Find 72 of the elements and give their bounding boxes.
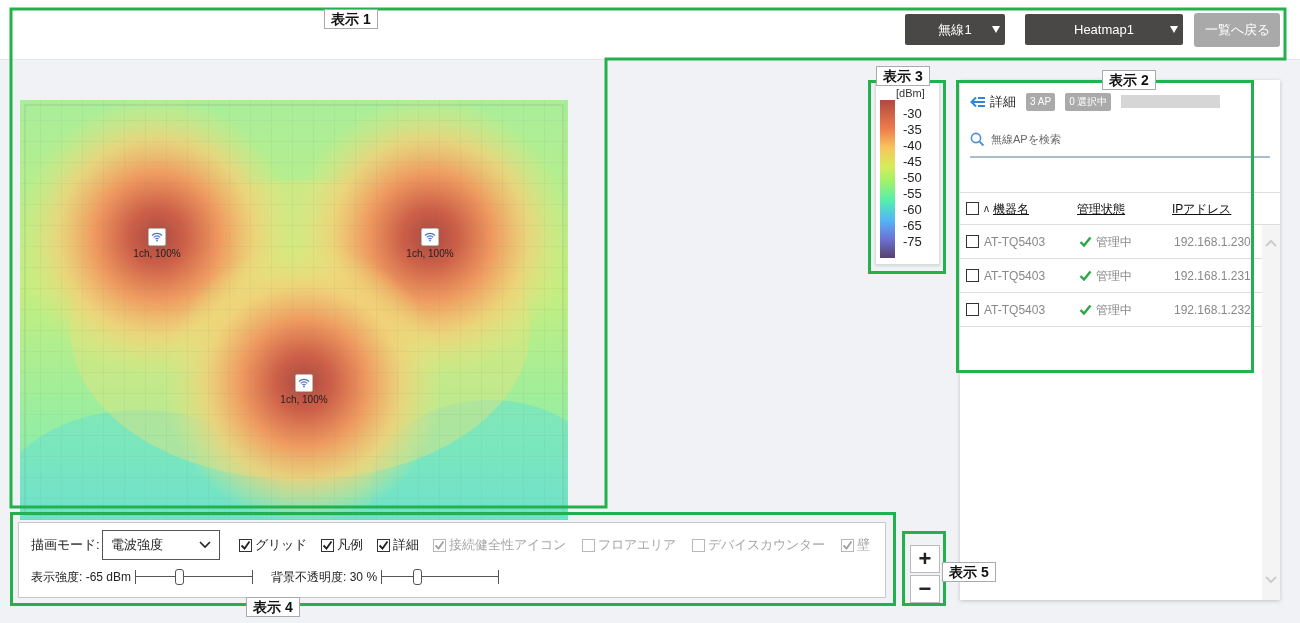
access-point-icon[interactable]: [295, 374, 313, 392]
table-cell-text: 管理中: [1096, 267, 1132, 285]
check-icon: [1079, 270, 1092, 281]
slider-label: 表示強度: -65 dBm: [31, 569, 132, 586]
checkbox-label: 壁: [856, 536, 870, 555]
heatmap-select[interactable]: Heatmap1: [1025, 14, 1183, 45]
checkbox[interactable]: [966, 235, 979, 248]
zoom-in-button[interactable]: +: [910, 545, 940, 573]
checkbox-label: デバイスカウンター: [707, 536, 825, 555]
check-icon: [1079, 236, 1092, 247]
unit-label: [dBm]: [896, 87, 925, 99]
access-point-label: 1ch, 100%: [133, 248, 181, 260]
search-icon: [970, 131, 985, 147]
callout-label: 表示 5: [942, 562, 996, 582]
slider-track[interactable]: [381, 570, 500, 584]
checkbox-label: 凡例: [336, 536, 363, 555]
table-cell-text: 管理中: [1096, 233, 1132, 251]
sort-indicator: ʌ: [984, 202, 989, 216]
chevron-icon: [198, 541, 211, 549]
panel-title: 詳細: [990, 92, 1016, 111]
checkbox-label: 詳細: [392, 536, 419, 555]
access-point-label: 1ch, 100%: [280, 394, 328, 406]
scale-tick: -65: [903, 218, 922, 234]
slider-thumb[interactable]: [413, 569, 423, 585]
callout-label: 表示 4: [246, 597, 300, 617]
callout-label: 表示 2: [1102, 70, 1156, 90]
table-cell-text: 管理中: [1096, 301, 1132, 319]
access-point-label: 1ch, 100%: [406, 248, 454, 260]
scale-tick: -60: [903, 202, 922, 218]
caret-icon: [1169, 24, 1179, 34]
column-header[interactable]: IPアドレス: [1172, 199, 1262, 218]
checkbox[interactable]: [376, 538, 390, 552]
access-point-icon[interactable]: [148, 228, 166, 246]
checkbox-label: フロアエリア: [597, 536, 676, 555]
callout-label: 表示 3: [876, 66, 930, 86]
count-badge: 0 選択中: [1065, 92, 1112, 111]
scale-tick: -75: [903, 234, 922, 250]
column-header[interactable]: 管理状態: [1077, 199, 1172, 218]
slider-thumb[interactable]: [174, 569, 184, 585]
table-cell-text: AT-TQ5403: [984, 267, 1047, 285]
mode-select[interactable]: 電波強度: [101, 530, 220, 560]
table-cell-text: AT-TQ5403: [984, 233, 1047, 251]
scale-tick: -30: [903, 106, 922, 122]
checkbox[interactable]: [966, 303, 979, 316]
slider-label: 背景不透明度: 30 %: [271, 569, 378, 586]
scale-tick: -50: [903, 170, 922, 186]
slider-track[interactable]: [135, 570, 254, 584]
checkbox-label: グリッド: [254, 536, 307, 555]
search-field[interactable]: 無線APを検索: [991, 130, 1261, 148]
caret-icon: [991, 24, 1001, 34]
access-point-icon[interactable]: [421, 228, 439, 246]
table-cell-text: AT-TQ5403: [984, 301, 1047, 319]
callout-label: 表示 1: [324, 9, 378, 29]
band-select[interactable]: 無線1: [905, 14, 1005, 45]
zoom-out-button[interactable]: −: [910, 575, 940, 603]
mode-label: 描画モード:: [31, 536, 100, 555]
scale-tick: -40: [903, 138, 922, 154]
checkbox[interactable]: [238, 538, 252, 552]
checkbox[interactable]: [966, 202, 979, 215]
scale-tick: -45: [903, 154, 922, 170]
check-icon: [1079, 304, 1092, 315]
scale-tick: -35: [903, 122, 922, 138]
table-cell-text: 192.168.1.232: [1174, 301, 1251, 319]
table-cell-text: 192.168.1.231: [1174, 267, 1251, 285]
count-badge: 3 AP: [1026, 92, 1056, 111]
checkbox[interactable]: [320, 538, 334, 552]
checkbox[interactable]: [966, 269, 979, 282]
scale-tick: -55: [903, 186, 922, 202]
collapse-arrow-icon[interactable]: [970, 95, 986, 108]
checkbox-label: 接続健全性アイコン: [448, 536, 566, 555]
column-header[interactable]: 機器名: [993, 199, 1077, 218]
table-cell-text: 192.168.1.230: [1174, 233, 1251, 251]
